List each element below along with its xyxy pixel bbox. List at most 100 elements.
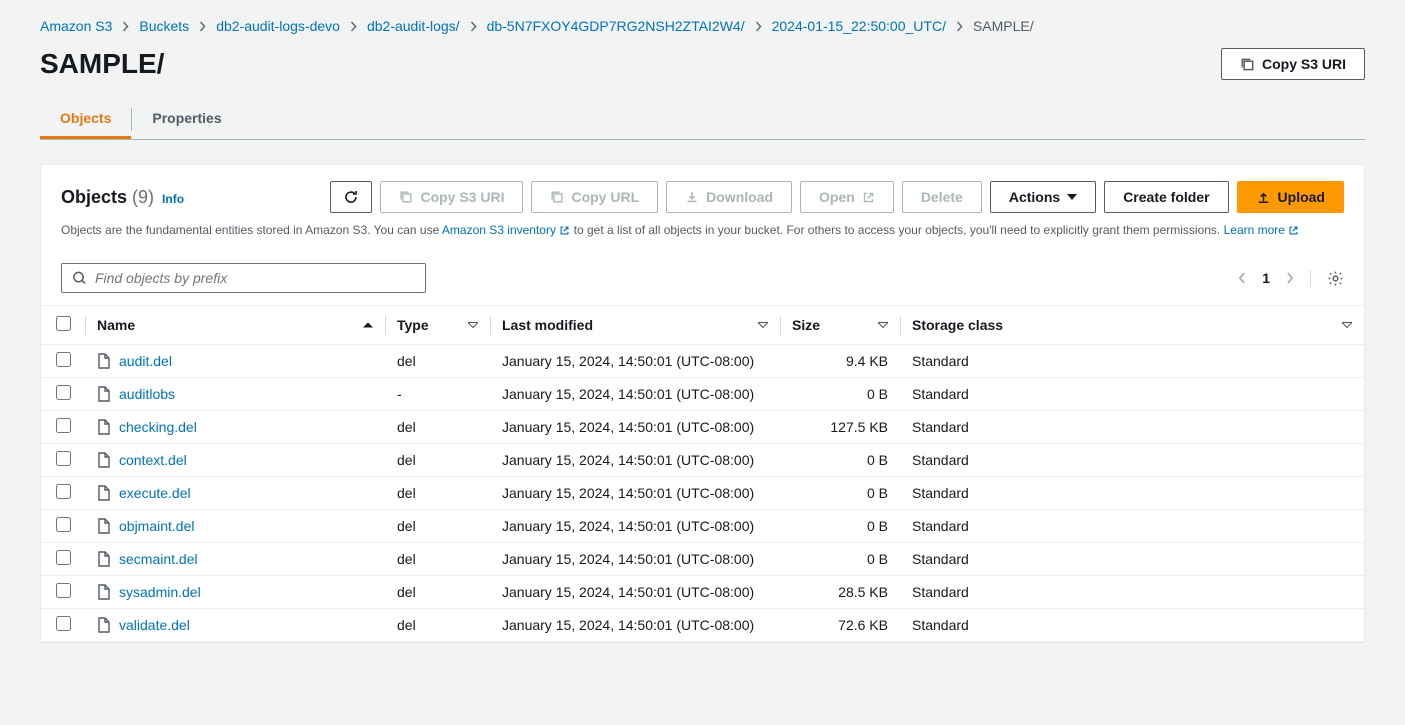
refresh-button[interactable] [330, 181, 372, 213]
upload-icon [1256, 190, 1271, 205]
object-size: 0 B [780, 444, 900, 477]
object-name-link[interactable]: audit.del [119, 353, 172, 369]
object-modified: January 15, 2024, 14:50:01 (UTC-08:00) [490, 477, 780, 510]
row-checkbox[interactable] [56, 616, 71, 631]
object-size: 72.6 KB [780, 609, 900, 642]
actions-button[interactable]: Actions [990, 181, 1096, 213]
page-title: SAMPLE/ [40, 48, 164, 80]
file-icon [97, 584, 111, 600]
row-checkbox[interactable] [56, 385, 71, 400]
delete-button[interactable]: Delete [902, 181, 982, 213]
copy-s3-uri-toolbar-button[interactable]: Copy S3 URI [380, 181, 523, 213]
object-modified: January 15, 2024, 14:50:01 (UTC-08:00) [490, 378, 780, 411]
object-modified: January 15, 2024, 14:50:01 (UTC-08:00) [490, 609, 780, 642]
row-checkbox[interactable] [56, 550, 71, 565]
object-size: 127.5 KB [780, 411, 900, 444]
objects-table: Name Type Last modified Size Storage cla… [41, 305, 1364, 641]
object-name-link[interactable]: auditlobs [119, 386, 175, 402]
table-row: validate.del del January 15, 2024, 14:50… [41, 609, 1364, 642]
breadcrumb-link[interactable]: Amazon S3 [40, 18, 112, 34]
select-all-checkbox[interactable] [56, 316, 71, 331]
row-checkbox[interactable] [56, 451, 71, 466]
inventory-link[interactable]: Amazon S3 inventory [442, 223, 570, 237]
object-modified: January 15, 2024, 14:50:01 (UTC-08:00) [490, 510, 780, 543]
breadcrumb-link[interactable]: db2-audit-logs-devo [216, 18, 340, 34]
row-checkbox[interactable] [56, 517, 71, 532]
tab-objects[interactable]: Objects [40, 100, 131, 139]
breadcrumb-separator [470, 21, 477, 32]
object-name-link[interactable]: checking.del [119, 419, 197, 435]
object-modified: January 15, 2024, 14:50:01 (UTC-08:00) [490, 345, 780, 378]
table-row: execute.del del January 15, 2024, 14:50:… [41, 477, 1364, 510]
breadcrumb: Amazon S3 Buckets db2-audit-logs-devo db2-a… [40, 18, 1365, 34]
breadcrumb-separator [956, 21, 963, 32]
download-icon [685, 190, 699, 204]
row-checkbox[interactable] [56, 352, 71, 367]
search-box [61, 263, 426, 293]
object-name-link[interactable]: execute.del [119, 485, 191, 501]
object-storage-class: Standard [900, 345, 1364, 378]
column-header-name[interactable]: Name [85, 306, 385, 345]
object-modified: January 15, 2024, 14:50:01 (UTC-08:00) [490, 444, 780, 477]
breadcrumb-separator [755, 21, 762, 32]
sort-icon [758, 321, 768, 329]
row-checkbox[interactable] [56, 484, 71, 499]
object-size: 0 B [780, 510, 900, 543]
row-checkbox[interactable] [56, 418, 71, 433]
object-storage-class: Standard [900, 543, 1364, 576]
column-header-last-modified[interactable]: Last modified [490, 306, 780, 345]
settings-button[interactable] [1327, 270, 1344, 287]
copy-s3-uri-button[interactable]: Copy S3 URI [1221, 48, 1365, 80]
object-storage-class: Standard [900, 510, 1364, 543]
create-folder-button[interactable]: Create folder [1104, 181, 1228, 213]
object-storage-class: Standard [900, 411, 1364, 444]
object-name-link[interactable]: context.del [119, 452, 187, 468]
object-size: 0 B [780, 378, 900, 411]
file-icon [97, 485, 111, 501]
upload-button[interactable]: Upload [1237, 181, 1344, 213]
column-header-storage-class[interactable]: Storage class [900, 306, 1364, 345]
object-modified: January 15, 2024, 14:50:01 (UTC-08:00) [490, 411, 780, 444]
object-type: del [385, 345, 490, 378]
table-row: objmaint.del del January 15, 2024, 14:50… [41, 510, 1364, 543]
objects-panel: Objects (9) Info Copy S3 URI Co [40, 164, 1365, 642]
copy-url-button[interactable]: Copy URL [531, 181, 658, 213]
chevron-left-icon [1238, 271, 1246, 285]
object-type: del [385, 510, 490, 543]
search-input[interactable] [95, 270, 415, 286]
table-row: auditlobs - January 15, 2024, 14:50:01 (… [41, 378, 1364, 411]
column-header-size[interactable]: Size [780, 306, 900, 345]
object-type: del [385, 576, 490, 609]
download-button[interactable]: Download [666, 181, 792, 213]
info-link[interactable]: Info [162, 192, 184, 206]
breadcrumb-link[interactable]: db2-audit-logs/ [367, 18, 460, 34]
tabs: Objects Properties [40, 100, 1365, 140]
learn-more-link[interactable]: Learn more [1224, 223, 1300, 237]
column-header-type[interactable]: Type [385, 306, 490, 345]
object-name-link[interactable]: validate.del [119, 617, 190, 633]
file-icon [97, 617, 111, 633]
external-icon [1288, 225, 1299, 236]
object-name-link[interactable]: sysadmin.del [119, 584, 201, 600]
object-name-link[interactable]: secmaint.del [119, 551, 198, 567]
object-storage-class: Standard [900, 576, 1364, 609]
file-icon [97, 353, 111, 369]
panel-description: Objects are the fundamental entities sto… [61, 221, 1344, 239]
copy-icon [1240, 57, 1255, 72]
prev-page-button[interactable] [1238, 271, 1246, 285]
object-storage-class: Standard [900, 444, 1364, 477]
page-number: 1 [1262, 270, 1270, 286]
sort-icon [878, 321, 888, 329]
open-button[interactable]: Open [800, 181, 894, 213]
tab-properties[interactable]: Properties [132, 100, 241, 139]
breadcrumb-link[interactable]: 2024-01-15_22:50:00_UTC/ [772, 18, 946, 34]
breadcrumb-link[interactable]: db-5N7FXOY4GDP7RG2NSH2ZTAI2W4/ [487, 18, 745, 34]
object-count: (9) [132, 187, 154, 207]
object-name-link[interactable]: objmaint.del [119, 518, 195, 534]
row-checkbox[interactable] [56, 583, 71, 598]
gear-icon [1327, 270, 1344, 287]
next-page-button[interactable] [1286, 271, 1294, 285]
pagination: 1 [1238, 270, 1344, 287]
external-icon [862, 191, 875, 204]
breadcrumb-link[interactable]: Buckets [139, 18, 189, 34]
